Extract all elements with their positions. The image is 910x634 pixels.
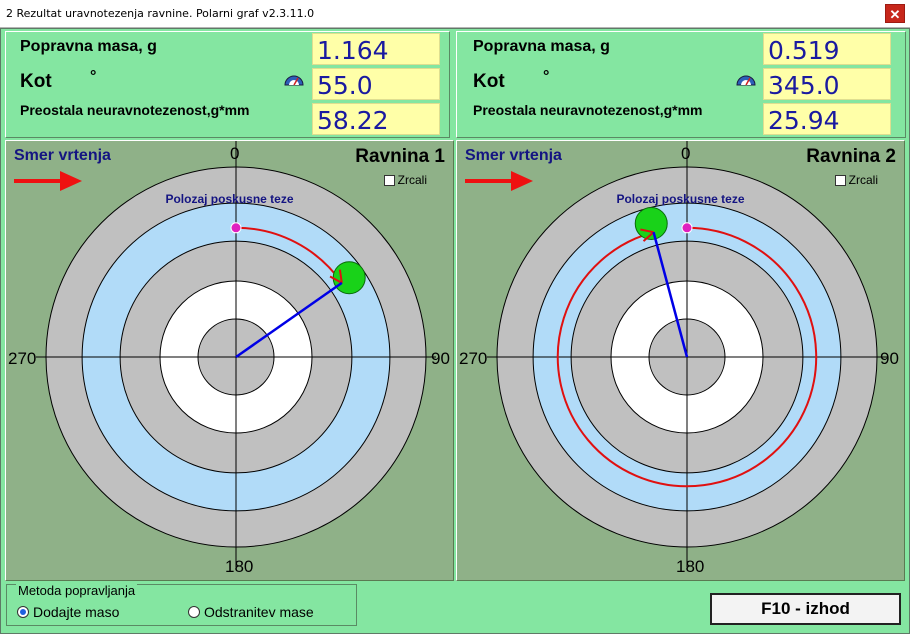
arrow-head [511, 171, 533, 191]
residual-label: Preostala neuravnotezenost,g*mm [20, 102, 250, 118]
radio-remove-mass[interactable]: Odstranitev mase [188, 604, 314, 620]
mass-label: Popravna masa, g [20, 38, 157, 55]
axis-label-180: 180 [225, 557, 254, 576]
checkbox-box[interactable] [383, 174, 395, 186]
exit-button[interactable]: F10 - izhod [710, 593, 901, 625]
direction-label: Smer vrtenja [465, 147, 562, 164]
residual-value[interactable]: 58.22 [312, 103, 440, 135]
method-legend: Metoda popravljanja [16, 583, 138, 598]
plane-2-polar-plot: Smer vrtenja Ravnina 2 Zrcali Polozaj po… [456, 140, 905, 581]
mirror-checkbox[interactable]: Zrcali [383, 173, 427, 187]
plane-1-polar-plot: Smer vrtenja Ravnina 1 Zrcali Polozaj po… [5, 140, 454, 581]
radio-add-label: Dodajte maso [33, 604, 120, 620]
protractor-icon[interactable] [284, 74, 304, 86]
radio-dot[interactable] [17, 606, 29, 618]
protractor-icon[interactable] [736, 74, 756, 86]
title-bar: 2 Rezultat uravnotezenja ravnine. Polarn… [0, 0, 910, 28]
radio-dot[interactable] [188, 606, 200, 618]
axis-label-180: 180 [676, 557, 705, 576]
trial-weight-marker [230, 222, 242, 234]
polar-graph [14, 141, 436, 567]
plane-2-info-panel: Popravna masa, g Kot ° Preostala neuravn… [456, 31, 906, 138]
rotation-direction-arrow-icon [465, 171, 533, 191]
close-button[interactable]: ✕ [885, 4, 905, 23]
radio-remove-label: Odstranitev mase [204, 604, 314, 620]
mass-label: Popravna masa, g [473, 38, 610, 55]
mass-value[interactable]: 1.164 [312, 33, 440, 65]
window-title: 2 Rezultat uravnotezenja ravnine. Polarn… [6, 7, 315, 20]
axis-label-90: 90 [431, 349, 450, 368]
angle-label: Kot [473, 71, 505, 92]
arrow-head [60, 171, 82, 191]
trial-weight-label: Polozaj poskusne teze [165, 192, 294, 206]
correction-weight-marker [332, 261, 366, 295]
degree-label: ° [543, 68, 550, 85]
axis-label-0: 0 [681, 144, 691, 163]
residual-label: Preostala neuravnotezenost,g*mm [473, 102, 703, 118]
angle-value[interactable]: 345.0 [763, 68, 891, 100]
axis-label-270: 270 [459, 349, 488, 368]
trial-weight-label: Polozaj poskusne teze [616, 192, 745, 206]
mass-value[interactable]: 0.519 [763, 33, 891, 65]
plane-1-info-panel: Popravna masa, g Kot ° Preostala neuravn… [5, 31, 450, 138]
mirror-label: Zrcali [848, 173, 878, 187]
plane-name: Ravnina 1 [355, 146, 445, 167]
axis-label-270: 270 [8, 349, 37, 368]
degree-label: ° [90, 68, 97, 85]
correction-method-group: Metoda popravljanja Dodajte maso Odstran… [6, 583, 357, 626]
angle-label: Kot [20, 71, 52, 92]
angle-value[interactable]: 55.0 [312, 68, 440, 100]
mirror-checkbox[interactable]: Zrcali [834, 173, 878, 187]
axis-label-0: 0 [230, 144, 240, 163]
direction-label: Smer vrtenja [14, 147, 111, 164]
axis-label-90: 90 [880, 349, 899, 368]
plane-name: Ravnina 2 [806, 146, 896, 167]
main-window: Popravna masa, g Kot ° Preostala neuravn… [0, 28, 910, 634]
checkbox-box[interactable] [834, 174, 846, 186]
residual-value[interactable]: 25.94 [763, 103, 891, 135]
mirror-label: Zrcali [397, 173, 427, 187]
trial-weight-marker [681, 222, 693, 234]
polar-graph [465, 141, 887, 567]
rotation-direction-arrow-icon [14, 171, 82, 191]
radio-add-mass[interactable]: Dodajte maso [17, 604, 119, 620]
